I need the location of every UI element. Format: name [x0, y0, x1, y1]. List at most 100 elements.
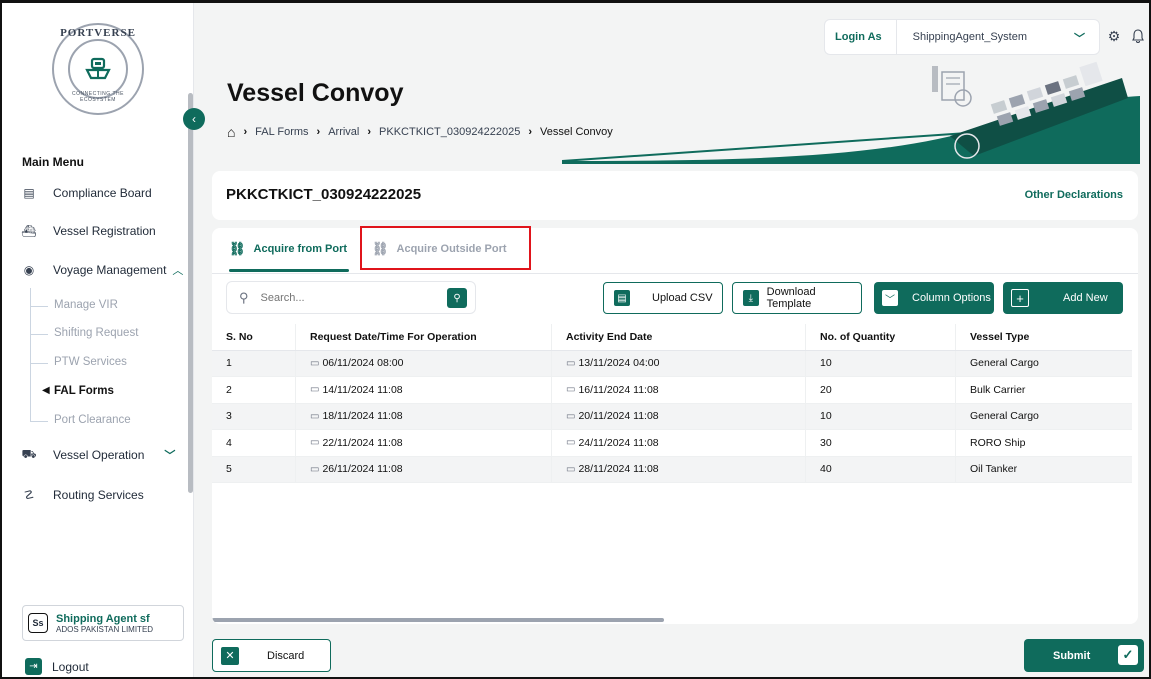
main-card: ⛓ Acquire from Port ⛓ Acquire Outside Po… [212, 228, 1138, 624]
add-new-button[interactable]: + Add New [1003, 282, 1123, 314]
sidebar-item-label: Vessel Operation [53, 448, 145, 462]
sidebar-item-vessel-registration[interactable]: ⛴ Vessel Registration [21, 221, 155, 241]
cell-text: 26/11/2024 11:08 [322, 463, 403, 476]
logout-label: Logout [52, 659, 89, 674]
column-options-button[interactable]: ﹀ Column Options [874, 282, 994, 314]
table-row[interactable]: 5 ▭ 26/11/2024 11:08 ▭ 28/11/2024 11:08 40… [212, 456, 1132, 483]
login-as-selector[interactable]: Login As ShippingAgent_System ﹀ [824, 19, 1100, 55]
app-window: PORTVERSE CONNECTING THE ECOSYSTEM Main … [0, 0, 1151, 679]
cell-sno: 5 [212, 456, 296, 482]
submit-label: Submit [1053, 649, 1091, 662]
user-profile-card[interactable]: Ss Shipping Agent sf ADOS PAKISTAN LIMIT… [22, 605, 184, 641]
download-template-label: Download Template [766, 286, 816, 310]
sidebar-subitem-fal-forms[interactable]: FAL Forms [54, 385, 114, 397]
submenu-connector [30, 363, 48, 364]
sidebar-subitem-port-clearance[interactable]: Port Clearance [54, 414, 131, 426]
calendar-icon: ▭ [566, 357, 576, 369]
login-as-label: Login As [825, 20, 897, 54]
upload-csv-label: Upload CSV [652, 292, 713, 304]
declaration-id: PKKCTKICT_030924222025 [226, 186, 422, 203]
breadcrumb-current: Vessel Convoy [539, 126, 613, 138]
column-header[interactable]: Vessel Type [956, 324, 1132, 350]
other-declarations-link[interactable]: Other Declarations [1025, 189, 1123, 201]
page-title: Vessel Convoy [227, 79, 404, 107]
compass-icon: ◉ [23, 263, 35, 277]
submit-button[interactable]: Submit ✓ [1024, 639, 1144, 672]
calendar-icon: ▭ [566, 463, 576, 475]
cell-text: 28/11/2024 11:08 [578, 463, 659, 476]
search-input[interactable] [260, 291, 421, 304]
logo-wordmark: PORTVERSE [60, 27, 136, 39]
download-template-button[interactable]: ⤓ Download Template [732, 282, 862, 314]
table-row[interactable]: 2 ▭ 14/11/2024 11:08 ▭ 16/11/2024 11:08 20… [212, 377, 1132, 404]
clipboard-icon: ▤ [23, 186, 35, 200]
submenu-connector [30, 306, 48, 307]
cell-vessel-type: General Cargo [970, 410, 1039, 423]
cell-vessel-type: Bulk Carrier [970, 383, 1026, 396]
chevron-right-icon: › [243, 126, 248, 138]
cell-quantity: 30 [806, 430, 956, 456]
avatar: Ss [28, 613, 48, 633]
close-icon: ✕ [221, 646, 239, 665]
breadcrumb-fal-forms[interactable]: FAL Forms [255, 126, 308, 138]
table-row[interactable]: 1 ▭ 06/11/2024 08:00 ▭ 13/11/2024 04:00 10… [212, 350, 1132, 377]
cell-text: 06/11/2024 08:00 [322, 357, 404, 370]
sidebar-item-compliance-board[interactable]: ▤ Compliance Board [22, 183, 152, 203]
breadcrumb-declaration[interactable]: PKKCTKICT_030924222025 [379, 126, 520, 138]
home-icon[interactable]: ⌂ [227, 124, 235, 140]
logout-button[interactable]: ⇥ Logout [25, 658, 89, 675]
column-header[interactable]: Activity End Date [552, 324, 806, 350]
collapse-sidebar-button[interactable]: ‹ [183, 108, 205, 130]
cell-quantity: 40 [806, 456, 956, 482]
chevron-down-icon: ﹀ [882, 290, 898, 306]
sidebar-item-voyage-management[interactable]: ◉ Voyage Management ︿ [22, 260, 184, 280]
sidebar-item-label: Voyage Management [53, 263, 167, 277]
table-row[interactable]: 4 ▭ 22/11/2024 11:08 ▭ 24/11/2024 11:08 30… [212, 430, 1132, 457]
portverse-logo[interactable]: PORTVERSE CONNECTING THE ECOSYSTEM [52, 23, 144, 115]
cell-request-date: ▭ 14/11/2024 11:08 [296, 377, 552, 403]
submenu-line [30, 288, 31, 422]
column-header[interactable]: Request Date/Time For Operation [296, 324, 552, 350]
cell-sno: 4 [212, 430, 296, 456]
calendar-icon: ▭ [310, 463, 320, 475]
sidebar-subitem-ptw-services[interactable]: PTW Services [54, 356, 127, 368]
check-icon: ✓ [1118, 645, 1138, 665]
search-box: ⚲ ⚲ [226, 281, 476, 314]
sidebar-item-label: Routing Services [53, 488, 144, 502]
cell-quantity: 10 [806, 350, 956, 376]
vessel-convoy-table: S. No Request Date/Time For Operation Ac… [212, 324, 1132, 483]
cell-end-date: ▭ 13/11/2024 04:00 [552, 350, 806, 376]
sidebar-subitem-shifting-request[interactable]: Shifting Request [54, 327, 138, 339]
calendar-icon: ▭ [310, 357, 320, 369]
submenu-connector [30, 421, 48, 422]
user-info: Shipping Agent sf ADOS PAKISTAN LIMITED [56, 613, 153, 634]
cell-end-date: ▭ 24/11/2024 11:08 [552, 430, 806, 456]
sidebar-subitem-manage-vir[interactable]: Manage VIR [54, 299, 118, 311]
column-header[interactable]: S. No [212, 324, 296, 350]
discard-button[interactable]: ✕ Discard [212, 639, 331, 672]
breadcrumb-arrival[interactable]: Arrival [328, 126, 359, 138]
calendar-icon: ▭ [310, 384, 320, 396]
sidebar-item-routing-services[interactable]: ☡ Routing Services [22, 485, 144, 505]
settings-icon[interactable]: ⚙ [1105, 27, 1123, 45]
cell-quantity: 20 [806, 377, 956, 403]
bell-icon[interactable] [1129, 27, 1147, 45]
search-button[interactable]: ⚲ [447, 288, 467, 308]
tab-bar: ⛓ Acquire from Port ⛓ Acquire Outside Po… [212, 228, 1138, 274]
table-horizontal-scrollbar[interactable] [212, 618, 664, 622]
login-user-value: ShippingAgent_System [912, 31, 1028, 43]
main-menu-heading: Main Menu [22, 155, 84, 169]
cell-vessel-type: Oil Tanker [970, 463, 1018, 476]
sidebar-scrollbar[interactable] [188, 93, 193, 493]
sidebar-item-vessel-operation[interactable]: ⛟ Vessel Operation ﹀ [21, 445, 176, 465]
upload-csv-button[interactable]: ▤ Upload CSV [603, 282, 723, 314]
column-header[interactable]: No. of Quantity [806, 324, 956, 350]
tab-acquire-from-port[interactable]: ⛓ Acquire from Port [229, 241, 347, 257]
port-crane-icon: ⛓ [229, 241, 246, 256]
sidebar-item-label: Compliance Board [53, 186, 152, 200]
cell-end-date: ▭ 28/11/2024 11:08 [552, 456, 806, 482]
table-row[interactable]: 3 ▭ 18/11/2024 11:08 ▭ 20/11/2024 11:08 10… [212, 403, 1132, 430]
chevron-down-icon: ﹀ [164, 450, 176, 462]
cell-text: 16/11/2024 11:08 [578, 383, 659, 396]
add-new-label: Add New [1063, 292, 1108, 304]
